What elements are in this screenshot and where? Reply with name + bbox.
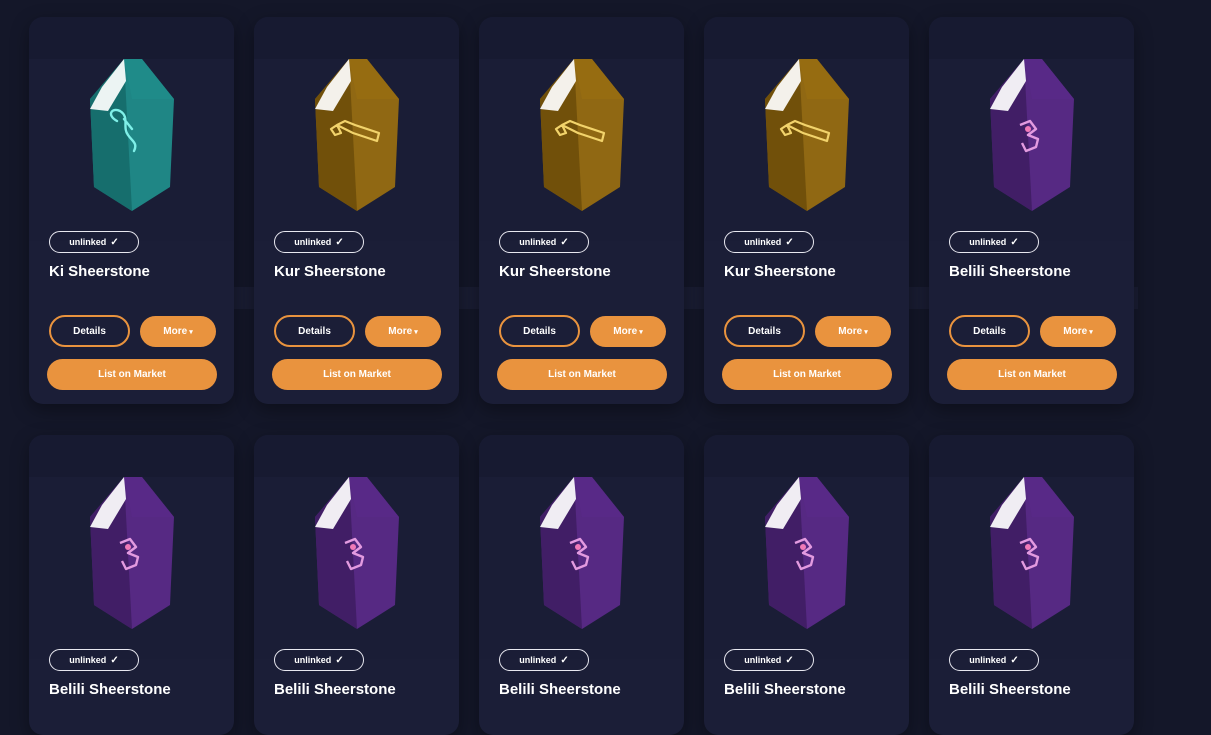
details-button[interactable]: Details bbox=[274, 315, 355, 347]
check-icon: ✓ bbox=[785, 654, 794, 666]
crystal-image bbox=[704, 477, 909, 659]
details-button[interactable]: Details bbox=[49, 315, 130, 347]
caret-down-icon: ▾ bbox=[1089, 328, 1093, 336]
sheerstone-crystal-icon bbox=[89, 59, 174, 211]
status-badge: unlinked ✓ bbox=[274, 649, 364, 671]
sheerstone-crystal-icon bbox=[764, 59, 849, 211]
details-button[interactable]: Details bbox=[724, 315, 805, 347]
sheerstone-card: unlinked ✓ Belili Sheerstone bbox=[254, 435, 459, 735]
check-icon: ✓ bbox=[560, 236, 569, 248]
card-title: Belili Sheerstone bbox=[274, 681, 396, 698]
status-badge: unlinked ✓ bbox=[724, 231, 814, 253]
list-on-market-button[interactable]: List on Market bbox=[47, 359, 217, 390]
check-icon: ✓ bbox=[110, 654, 119, 666]
sheerstone-card: unlinked ✓ Belili Sheerstone Details More… bbox=[929, 17, 1134, 404]
caret-down-icon: ▾ bbox=[639, 328, 643, 336]
more-dropdown-button[interactable]: More ▾ bbox=[140, 316, 216, 347]
caret-down-icon: ▾ bbox=[864, 328, 868, 336]
caret-down-icon: ▾ bbox=[414, 328, 418, 336]
crystal-image bbox=[929, 477, 1134, 659]
status-badge: unlinked ✓ bbox=[49, 649, 139, 671]
sheerstone-crystal-icon bbox=[314, 59, 399, 211]
card-title: Belili Sheerstone bbox=[949, 681, 1071, 698]
check-icon: ✓ bbox=[560, 654, 569, 666]
check-icon: ✓ bbox=[110, 236, 119, 248]
sheerstone-crystal-icon bbox=[989, 59, 1074, 211]
sheerstone-crystal-icon bbox=[539, 59, 624, 211]
card-title: Belili Sheerstone bbox=[724, 681, 846, 698]
sheerstone-card: unlinked ✓ Belili Sheerstone bbox=[29, 435, 234, 735]
status-badge: unlinked ✓ bbox=[499, 649, 589, 671]
status-badge: unlinked ✓ bbox=[49, 231, 139, 253]
sheerstone-card: unlinked ✓ Belili Sheerstone bbox=[929, 435, 1134, 735]
card-title: Belili Sheerstone bbox=[499, 681, 621, 698]
crystal-image bbox=[704, 59, 909, 241]
sheerstone-card: unlinked ✓ Kur Sheerstone Details More ▾ L… bbox=[704, 17, 909, 404]
status-badge: unlinked ✓ bbox=[949, 231, 1039, 253]
card-title: Kur Sheerstone bbox=[274, 263, 386, 280]
sheerstone-card: unlinked ✓ Belili Sheerstone bbox=[704, 435, 909, 735]
card-title: Belili Sheerstone bbox=[949, 263, 1071, 280]
card-title: Kur Sheerstone bbox=[724, 263, 836, 280]
list-on-market-button[interactable]: List on Market bbox=[722, 359, 892, 390]
details-button[interactable]: Details bbox=[499, 315, 580, 347]
status-badge: unlinked ✓ bbox=[949, 649, 1039, 671]
crystal-image bbox=[254, 59, 459, 241]
check-icon: ✓ bbox=[335, 654, 344, 666]
check-icon: ✓ bbox=[335, 236, 344, 248]
more-dropdown-button[interactable]: More ▾ bbox=[365, 316, 441, 347]
crystal-image bbox=[29, 59, 234, 241]
card-title: Belili Sheerstone bbox=[49, 681, 171, 698]
sheerstone-card: unlinked ✓ Ki Sheerstone Details More ▾ Li… bbox=[29, 17, 234, 404]
card-title: Ki Sheerstone bbox=[49, 263, 150, 280]
list-on-market-button[interactable]: List on Market bbox=[272, 359, 442, 390]
list-on-market-button[interactable]: List on Market bbox=[497, 359, 667, 390]
status-badge: unlinked ✓ bbox=[499, 231, 589, 253]
sheerstone-crystal-icon bbox=[314, 477, 399, 629]
crystal-image bbox=[479, 477, 684, 659]
more-dropdown-button[interactable]: More ▾ bbox=[1040, 316, 1116, 347]
crystal-image bbox=[29, 477, 234, 659]
list-on-market-button[interactable]: List on Market bbox=[947, 359, 1117, 390]
card-title: Kur Sheerstone bbox=[499, 263, 611, 280]
sheerstone-crystal-icon bbox=[989, 477, 1074, 629]
more-dropdown-button[interactable]: More ▾ bbox=[590, 316, 666, 347]
more-dropdown-button[interactable]: More ▾ bbox=[815, 316, 891, 347]
check-icon: ✓ bbox=[1010, 654, 1019, 666]
crystal-image bbox=[929, 59, 1134, 241]
check-icon: ✓ bbox=[785, 236, 794, 248]
sheerstone-crystal-icon bbox=[539, 477, 624, 629]
crystal-image bbox=[479, 59, 684, 241]
status-badge: unlinked ✓ bbox=[724, 649, 814, 671]
caret-down-icon: ▾ bbox=[189, 328, 193, 336]
sheerstone-card: unlinked ✓ Kur Sheerstone Details More ▾ L… bbox=[254, 17, 459, 404]
sheerstone-crystal-icon bbox=[89, 477, 174, 629]
sheerstone-card: unlinked ✓ Kur Sheerstone Details More ▾ L… bbox=[479, 17, 684, 404]
sheerstone-card: unlinked ✓ Belili Sheerstone bbox=[479, 435, 684, 735]
crystal-image bbox=[254, 477, 459, 659]
check-icon: ✓ bbox=[1010, 236, 1019, 248]
sheerstone-crystal-icon bbox=[764, 477, 849, 629]
details-button[interactable]: Details bbox=[949, 315, 1030, 347]
status-badge: unlinked ✓ bbox=[274, 231, 364, 253]
